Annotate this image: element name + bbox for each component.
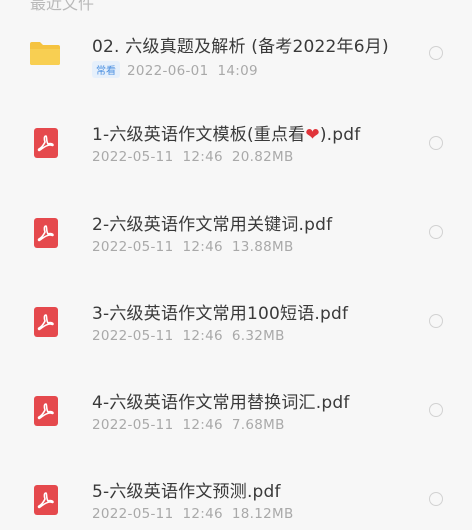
select-radio[interactable] [429, 492, 443, 506]
file-name: 1-六级英语作文模板(重点看❤).pdf [92, 120, 360, 145]
file-date: 2022-06-01 [127, 63, 209, 79]
select-radio[interactable] [429, 46, 443, 60]
frequent-badge: 常看 [92, 61, 120, 78]
list-item-pdf[interactable]: 3-六级英语作文常用100短语.pdf 2022-05-11 12:46 6.32M… [0, 267, 472, 355]
list-item-pdf[interactable]: 2-六级英语作文常用关键词.pdf 2022-05-11 12:46 13.88MB [0, 178, 472, 266]
file-size: 18.12MB [231, 506, 294, 522]
file-meta: 常看 2022-06-01 14:09 [92, 61, 258, 79]
select-radio[interactable] [429, 403, 443, 417]
file-name: 5-六级英语作文预测.pdf [92, 482, 281, 502]
file-meta: 2022-05-11 12:46 18.12MB [92, 506, 294, 522]
list-item-pdf[interactable]: 4-六级英语作文常用替换词汇.pdf 2022-05-11 12:46 7.68MB [0, 356, 472, 444]
file-time: 12:46 [182, 149, 223, 165]
heart-emoji: ❤ [305, 125, 320, 145]
file-time: 12:46 [182, 328, 223, 344]
file-meta: 2022-05-11 12:46 20.82MB [92, 149, 294, 165]
select-radio[interactable] [429, 314, 443, 328]
pdf-icon [34, 218, 58, 248]
file-size: 6.32MB [231, 328, 285, 344]
file-name-suffix: ).pdf [319, 125, 361, 145]
file-size: 20.82MB [231, 149, 294, 165]
file-time: 14:09 [217, 63, 258, 79]
select-radio[interactable] [429, 136, 443, 150]
pdf-icon [34, 396, 58, 426]
file-date: 2022-05-11 [92, 506, 174, 522]
file-date: 2022-05-11 [92, 149, 174, 165]
file-time: 12:46 [182, 417, 223, 433]
file-name-text: 1-六级英语作文模板(重点看 [92, 125, 306, 145]
list-item-pdf[interactable]: 1-六级英语作文模板(重点看❤).pdf 2022-05-11 12:46 20.8… [0, 88, 472, 176]
file-meta: 2022-05-11 12:46 7.68MB [92, 417, 285, 433]
file-date: 2022-05-11 [92, 328, 174, 344]
pdf-icon [34, 485, 58, 515]
pdf-icon [34, 128, 58, 158]
file-meta: 2022-05-11 12:46 13.88MB [92, 239, 294, 255]
file-date: 2022-05-11 [92, 417, 174, 433]
list-item-pdf[interactable]: 5-六级英语作文预测.pdf 2022-05-11 12:46 18.12MB [0, 445, 472, 530]
file-name: 4-六级英语作文常用替换词汇.pdf [92, 393, 350, 413]
file-time: 12:46 [182, 239, 223, 255]
file-date: 2022-05-11 [92, 239, 174, 255]
file-name: 02. 六级真题及解析 (备考2022年6月) [92, 37, 389, 57]
file-size: 13.88MB [231, 239, 294, 255]
file-list-screen: 最近文件 ⋯ 02. 六级真题及解析 (备考2022年6月) 常看2022-06… [0, 0, 472, 530]
file-size: 7.68MB [231, 417, 285, 433]
select-radio[interactable] [429, 225, 443, 239]
file-time: 12:46 [182, 506, 223, 522]
pdf-icon [34, 307, 58, 337]
file-meta: 2022-05-11 12:46 6.32MB [92, 328, 285, 344]
list-item-folder[interactable]: 02. 六级真题及解析 (备考2022年6月) 常看 2022-06-01 14:0… [0, 0, 472, 88]
file-name: 2-六级英语作文常用关键词.pdf [92, 215, 333, 235]
file-name: 3-六级英语作文常用100短语.pdf [92, 304, 349, 324]
folder-icon [30, 42, 60, 65]
